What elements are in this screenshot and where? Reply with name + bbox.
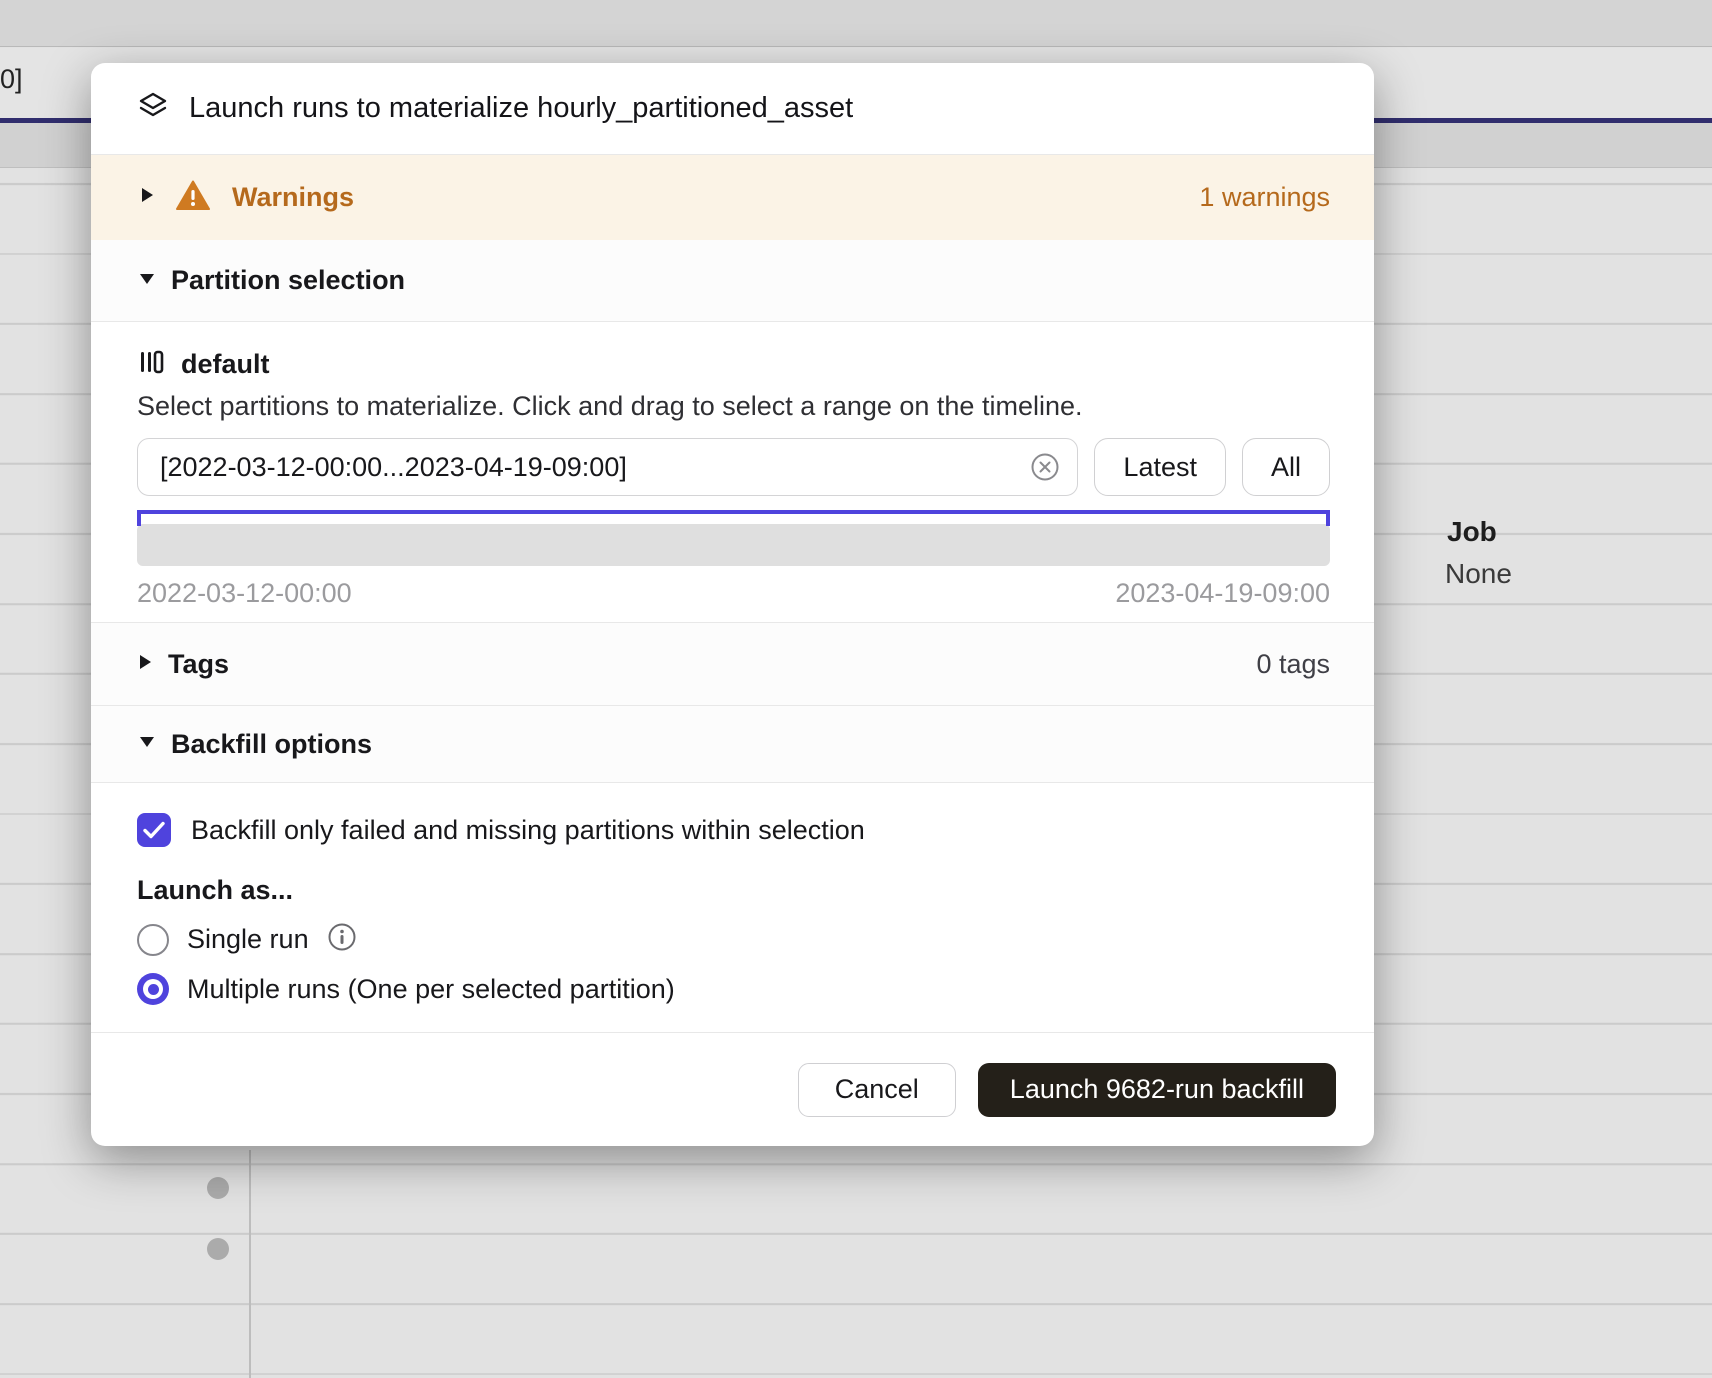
all-button[interactable]: All <box>1242 438 1330 496</box>
warnings-count: 1 warnings <box>1199 182 1330 213</box>
range-start-label: 2022-03-12-00:00 <box>137 578 352 609</box>
background-job-column-label: Job <box>1447 516 1497 548</box>
chevron-down-icon <box>139 735 155 753</box>
dialog-title: Launch runs to materialize hourly_partit… <box>189 92 853 125</box>
chevron-down-icon <box>139 272 155 290</box>
selected-range-indicator[interactable] <box>137 510 1330 524</box>
partition-timeline[interactable] <box>137 524 1330 566</box>
chevron-right-icon <box>141 187 154 208</box>
backfill-options-content: Backfill only failed and missing partiti… <box>91 783 1374 1032</box>
info-icon[interactable] <box>327 922 357 957</box>
backfill-only-failed-checkbox[interactable] <box>137 813 171 847</box>
clear-selection-icon[interactable] <box>1030 452 1060 482</box>
single-run-label: Single run <box>187 924 309 955</box>
dialog-footer: Cancel Launch 9682-run backfill <box>91 1032 1374 1146</box>
launch-backfill-button[interactable]: Launch 9682-run backfill <box>978 1063 1336 1117</box>
background-partial-text: 0] <box>0 64 23 95</box>
multiple-runs-label: Multiple runs (One per selected partitio… <box>187 974 675 1005</box>
background-status-dot <box>207 1238 229 1260</box>
latest-button[interactable]: Latest <box>1094 438 1226 496</box>
background-job-value: None <box>1445 558 1512 590</box>
tags-section-header[interactable]: Tags 0 tags <box>91 622 1374 705</box>
partition-selection-title: Partition selection <box>171 265 405 296</box>
warnings-section-header[interactable]: Warnings 1 warnings <box>91 155 1374 240</box>
materialize-icon <box>137 90 169 127</box>
backfill-options-title: Backfill options <box>171 729 372 760</box>
background-top-strip <box>0 0 1712 47</box>
backfill-only-failed-label: Backfill only failed and missing partiti… <box>191 815 865 846</box>
chevron-right-icon <box>139 654 152 675</box>
partition-selection-section-header[interactable]: Partition selection <box>91 240 1374 322</box>
background-status-dot <box>207 1177 229 1199</box>
multiple-runs-radio[interactable] <box>137 973 169 1005</box>
partition-selection-content: default Select partitions to materialize… <box>91 322 1374 622</box>
warnings-label: Warnings <box>232 182 354 213</box>
tags-count: 0 tags <box>1256 649 1330 680</box>
background-column-divider <box>249 1150 251 1378</box>
partition-selection-description: Select partitions to materialize. Click … <box>137 391 1330 422</box>
backfill-options-section-header[interactable]: Backfill options <box>91 705 1374 783</box>
tags-title: Tags <box>168 649 229 680</box>
single-run-radio[interactable] <box>137 924 169 956</box>
partition-dimension-name: default <box>181 349 270 380</box>
launch-as-label: Launch as... <box>137 875 1330 906</box>
cancel-button[interactable]: Cancel <box>798 1063 956 1117</box>
range-end-label: 2023-04-19-09:00 <box>1115 578 1330 609</box>
launch-backfill-dialog: Launch runs to materialize hourly_partit… <box>91 63 1374 1146</box>
partition-range-input[interactable] <box>137 438 1078 496</box>
dialog-header: Launch runs to materialize hourly_partit… <box>91 63 1374 155</box>
partition-dimension-icon <box>137 348 165 381</box>
warning-triangle-icon <box>176 180 210 216</box>
